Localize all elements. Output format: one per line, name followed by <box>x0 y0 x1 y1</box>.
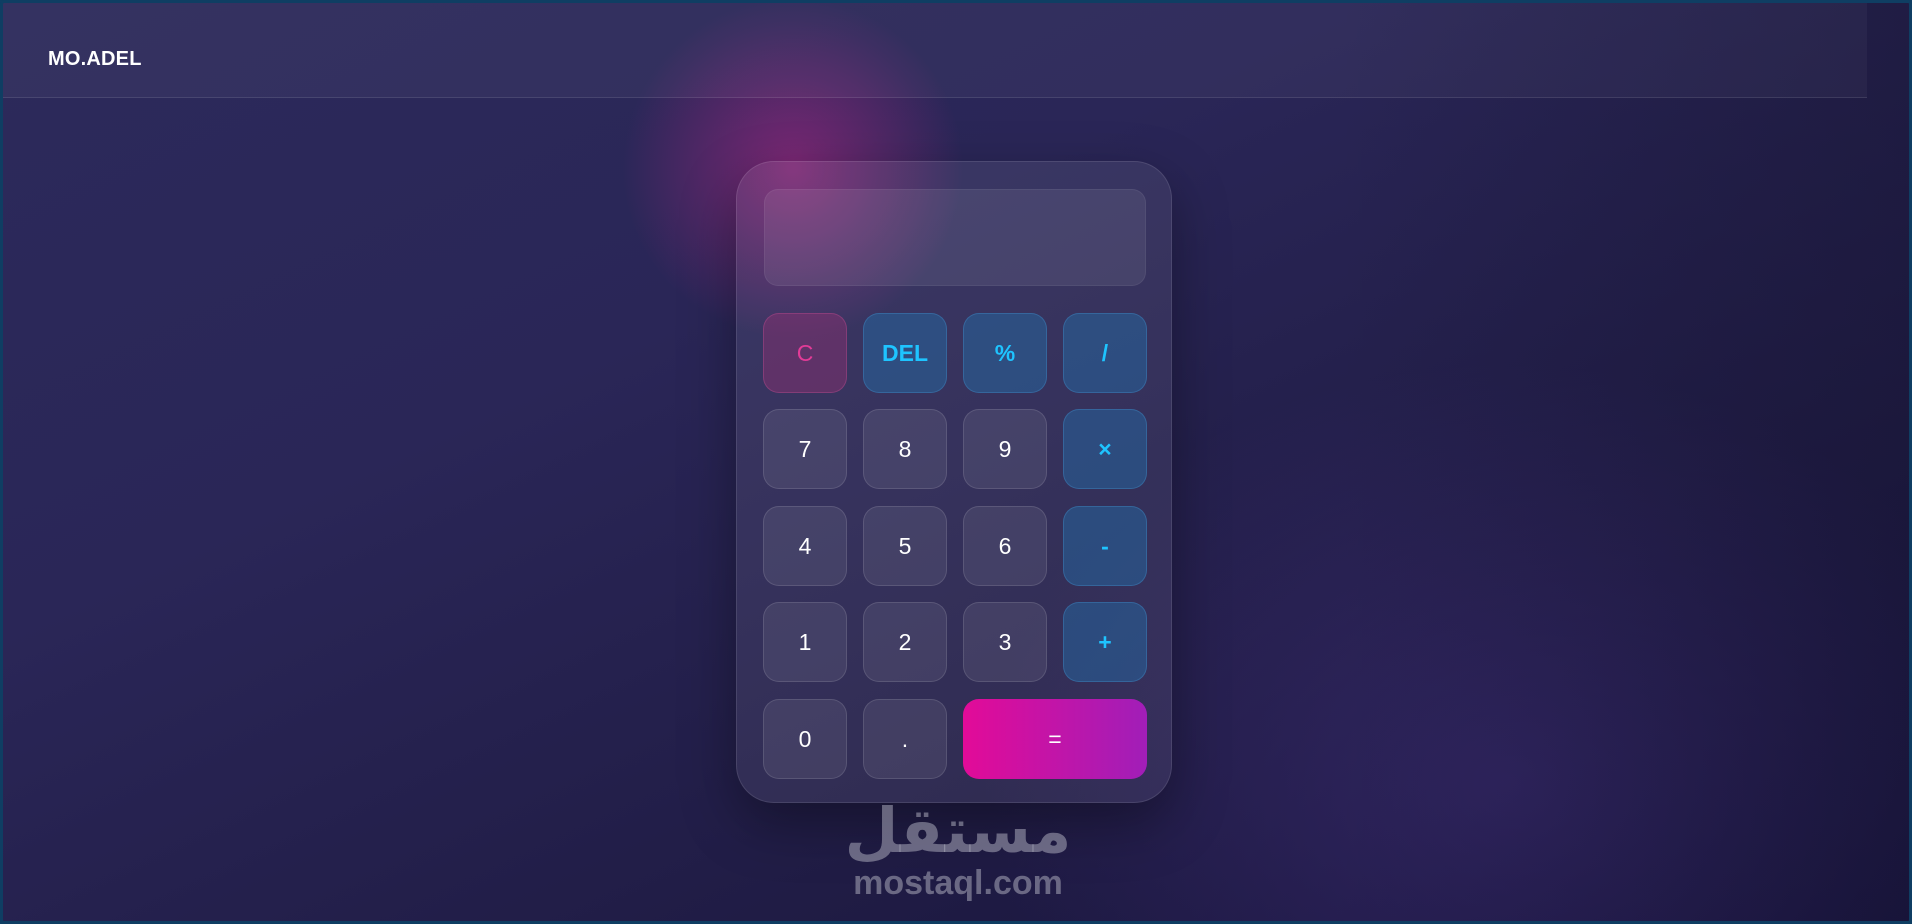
divide-button[interactable]: / <box>1063 313 1147 393</box>
brand-logo[interactable]: MO.ADEL <box>48 48 142 71</box>
digit-7-button[interactable]: 7 <box>763 409 847 489</box>
digit-2-button[interactable]: 2 <box>863 602 947 682</box>
multiply-button[interactable]: × <box>1063 409 1147 489</box>
digit-3-button[interactable]: 3 <box>963 602 1047 682</box>
digit-9-button[interactable]: 9 <box>963 409 1047 489</box>
digit-6-button[interactable]: 6 <box>963 506 1047 586</box>
clear-button[interactable]: C <box>763 313 847 393</box>
digit-0-button[interactable]: 0 <box>763 699 847 779</box>
digit-8-button[interactable]: 8 <box>863 409 947 489</box>
decimal-button[interactable]: . <box>863 699 947 779</box>
delete-button[interactable]: DEL <box>863 313 947 393</box>
digit-5-button[interactable]: 5 <box>863 506 947 586</box>
watermark-domain-text: mostaql.com <box>853 864 1063 902</box>
watermark: مستقل mostaql.com <box>833 794 1083 903</box>
app-window: MO.ADEL C DEL % / 7 8 9 × 4 5 6 - 1 2 3 … <box>0 0 1912 924</box>
watermark-arabic-text: مستقل <box>844 794 1072 867</box>
calculator: C DEL % / 7 8 9 × 4 5 6 - 1 2 3 + 0 . = <box>736 161 1172 803</box>
navbar: MO.ADEL <box>3 3 1867 98</box>
calculator-display <box>764 189 1146 286</box>
add-button[interactable]: + <box>1063 602 1147 682</box>
digit-1-button[interactable]: 1 <box>763 602 847 682</box>
equals-button[interactable]: = <box>963 699 1147 779</box>
subtract-button[interactable]: - <box>1063 506 1147 586</box>
percent-button[interactable]: % <box>963 313 1047 393</box>
digit-4-button[interactable]: 4 <box>763 506 847 586</box>
